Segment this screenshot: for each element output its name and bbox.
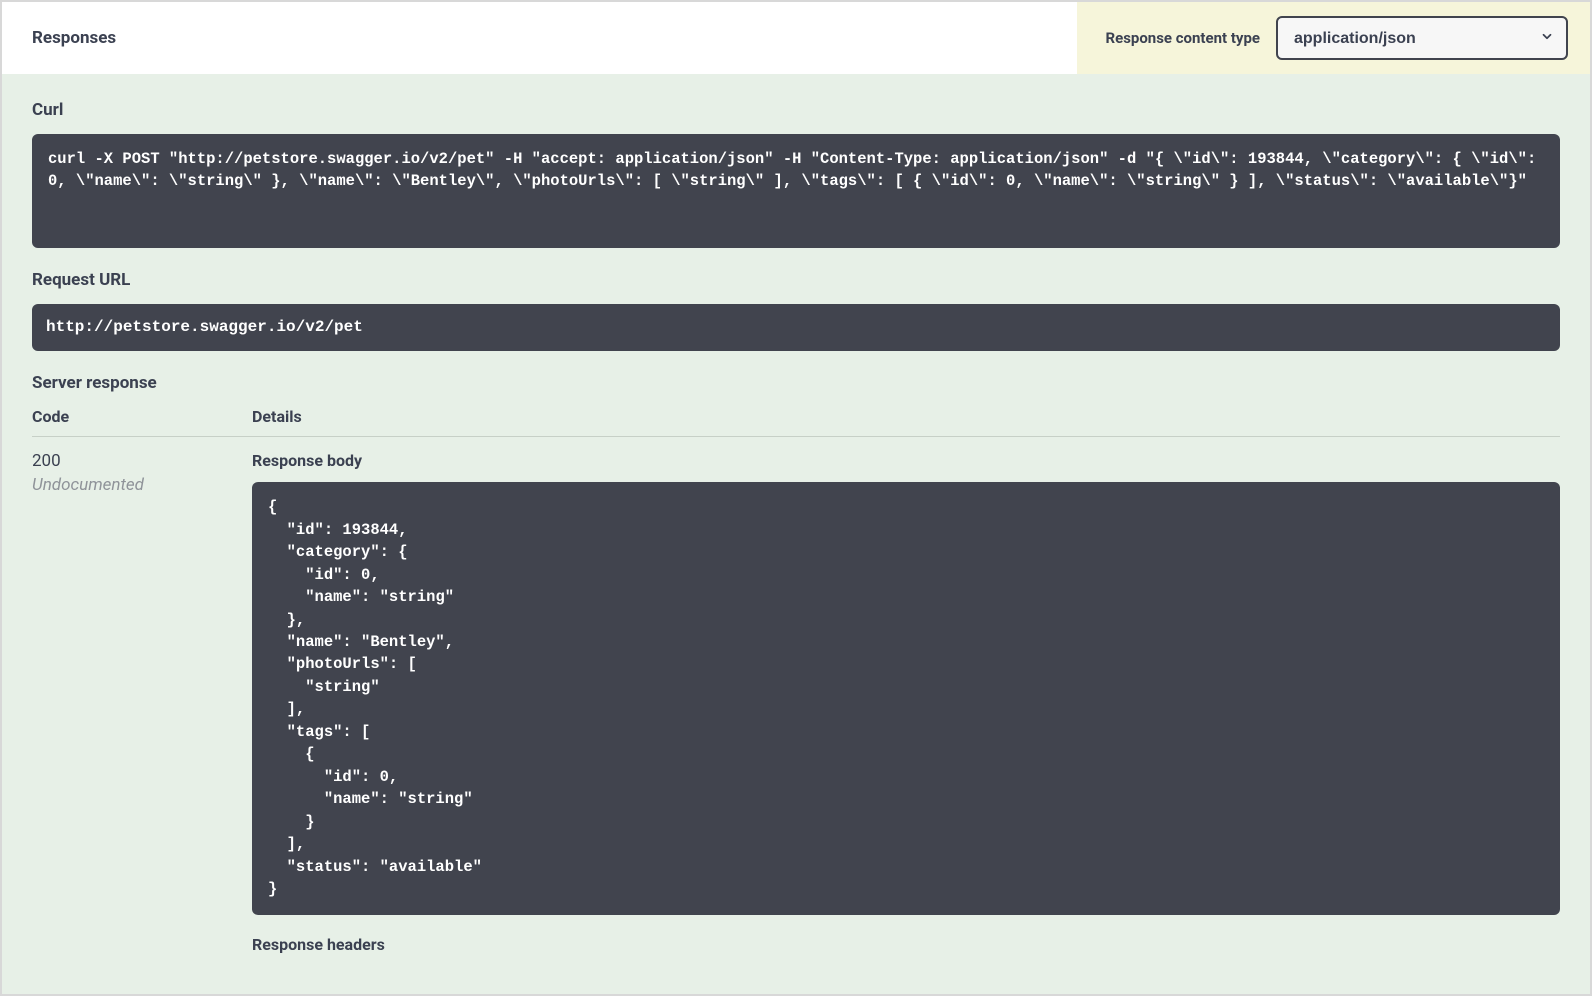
content-type-panel: Response content type application/json [1077, 2, 1590, 74]
request-url-label: Request URL [32, 270, 1560, 290]
responses-title: Responses [32, 28, 116, 48]
response-body-label: Response body [252, 451, 1560, 470]
response-headers-label: Response headers [252, 935, 1560, 954]
response-table-head: Code Details [32, 407, 1560, 437]
responses-header-bar: Responses Response content type applicat… [2, 2, 1590, 74]
request-url-block[interactable]: http://petstore.swagger.io/v2/pet [32, 304, 1560, 351]
responses-panel: Curl curl -X POST "http://petstore.swagg… [2, 74, 1590, 994]
server-response-label: Server response [32, 373, 1560, 393]
details-column-header: Details [252, 407, 1560, 426]
curl-command-block[interactable]: curl -X POST "http://petstore.swagger.io… [32, 134, 1560, 248]
response-row: 200 Undocumented Response body { "id": 1… [32, 451, 1560, 953]
content-type-select[interactable]: application/json [1276, 16, 1568, 60]
code-column-header: Code [32, 407, 252, 426]
content-type-label: Response content type [1105, 29, 1260, 47]
response-code: 200 [32, 451, 252, 471]
response-body-block[interactable]: { "id": 193844, "category": { "id": 0, "… [252, 482, 1560, 914]
response-undocumented: Undocumented [32, 475, 252, 495]
curl-label: Curl [32, 100, 1560, 120]
